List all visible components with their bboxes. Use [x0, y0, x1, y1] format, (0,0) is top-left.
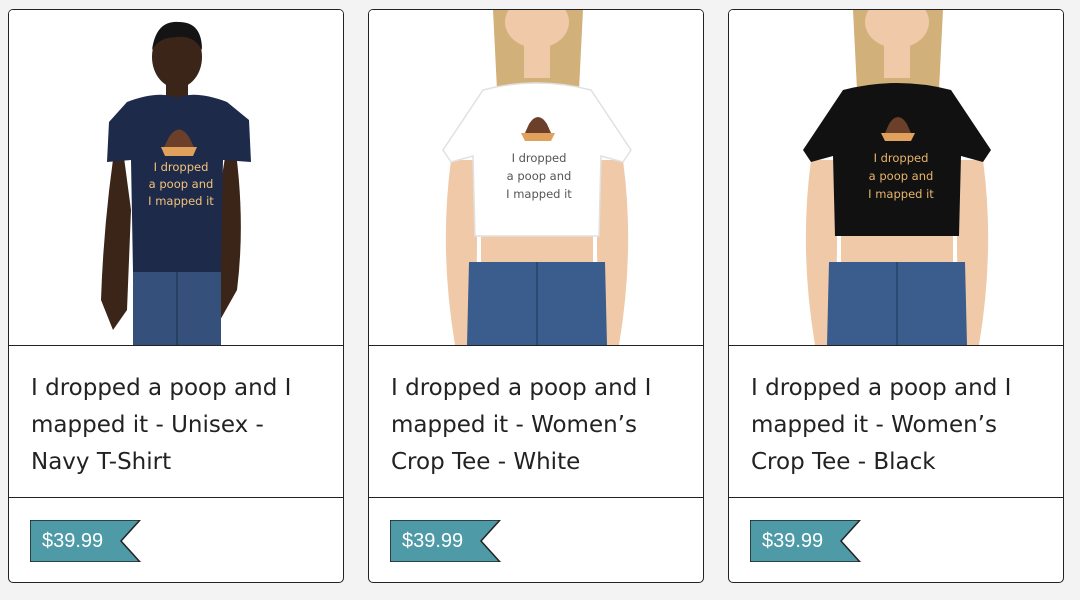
price-row: $39.99 [9, 499, 343, 582]
product-title[interactable]: I dropped a poop and I mapped it - Unise… [9, 346, 343, 498]
product-card[interactable]: I dropped a poop and I mapped it I dropp… [728, 9, 1064, 583]
product-title[interactable]: I dropped a poop and I mapped it - Women… [369, 346, 703, 498]
price-tag: $39.99 [390, 520, 502, 562]
product-image[interactable]: I dropped a poop and I mapped it [369, 10, 703, 346]
price-label: $39.99 [42, 530, 104, 552]
product-grid: I dropped a poop and I mapped it I dropp… [0, 0, 1080, 600]
shirt-print-line: I mapped it [868, 187, 934, 201]
price-row: $39.99 [729, 499, 1063, 582]
price-label: $39.99 [762, 530, 824, 552]
price-row: $39.99 [369, 499, 703, 582]
product-image[interactable]: I dropped a poop and I mapped it [729, 10, 1063, 346]
shirt-print-line: I dropped [512, 151, 567, 165]
product-card[interactable]: I dropped a poop and I mapped it I dropp… [368, 9, 704, 583]
shirt-print-line: I mapped it [148, 194, 214, 208]
shirt-print-line: a poop and [869, 169, 934, 183]
price-tag: $39.99 [750, 520, 862, 562]
product-title[interactable]: I dropped a poop and I mapped it - Women… [729, 346, 1063, 498]
shirt-print-line: a poop and [149, 177, 214, 191]
product-image[interactable]: I dropped a poop and I mapped it [9, 10, 343, 346]
shirt-print-line: I mapped it [506, 187, 572, 201]
shirt-print-line: I dropped [874, 151, 929, 165]
product-card[interactable]: I dropped a poop and I mapped it I dropp… [8, 9, 344, 583]
shirt-print-line: I dropped [154, 160, 209, 174]
price-tag: $39.99 [30, 520, 142, 562]
shirt-print-line: a poop and [507, 169, 572, 183]
price-label: $39.99 [402, 530, 464, 552]
